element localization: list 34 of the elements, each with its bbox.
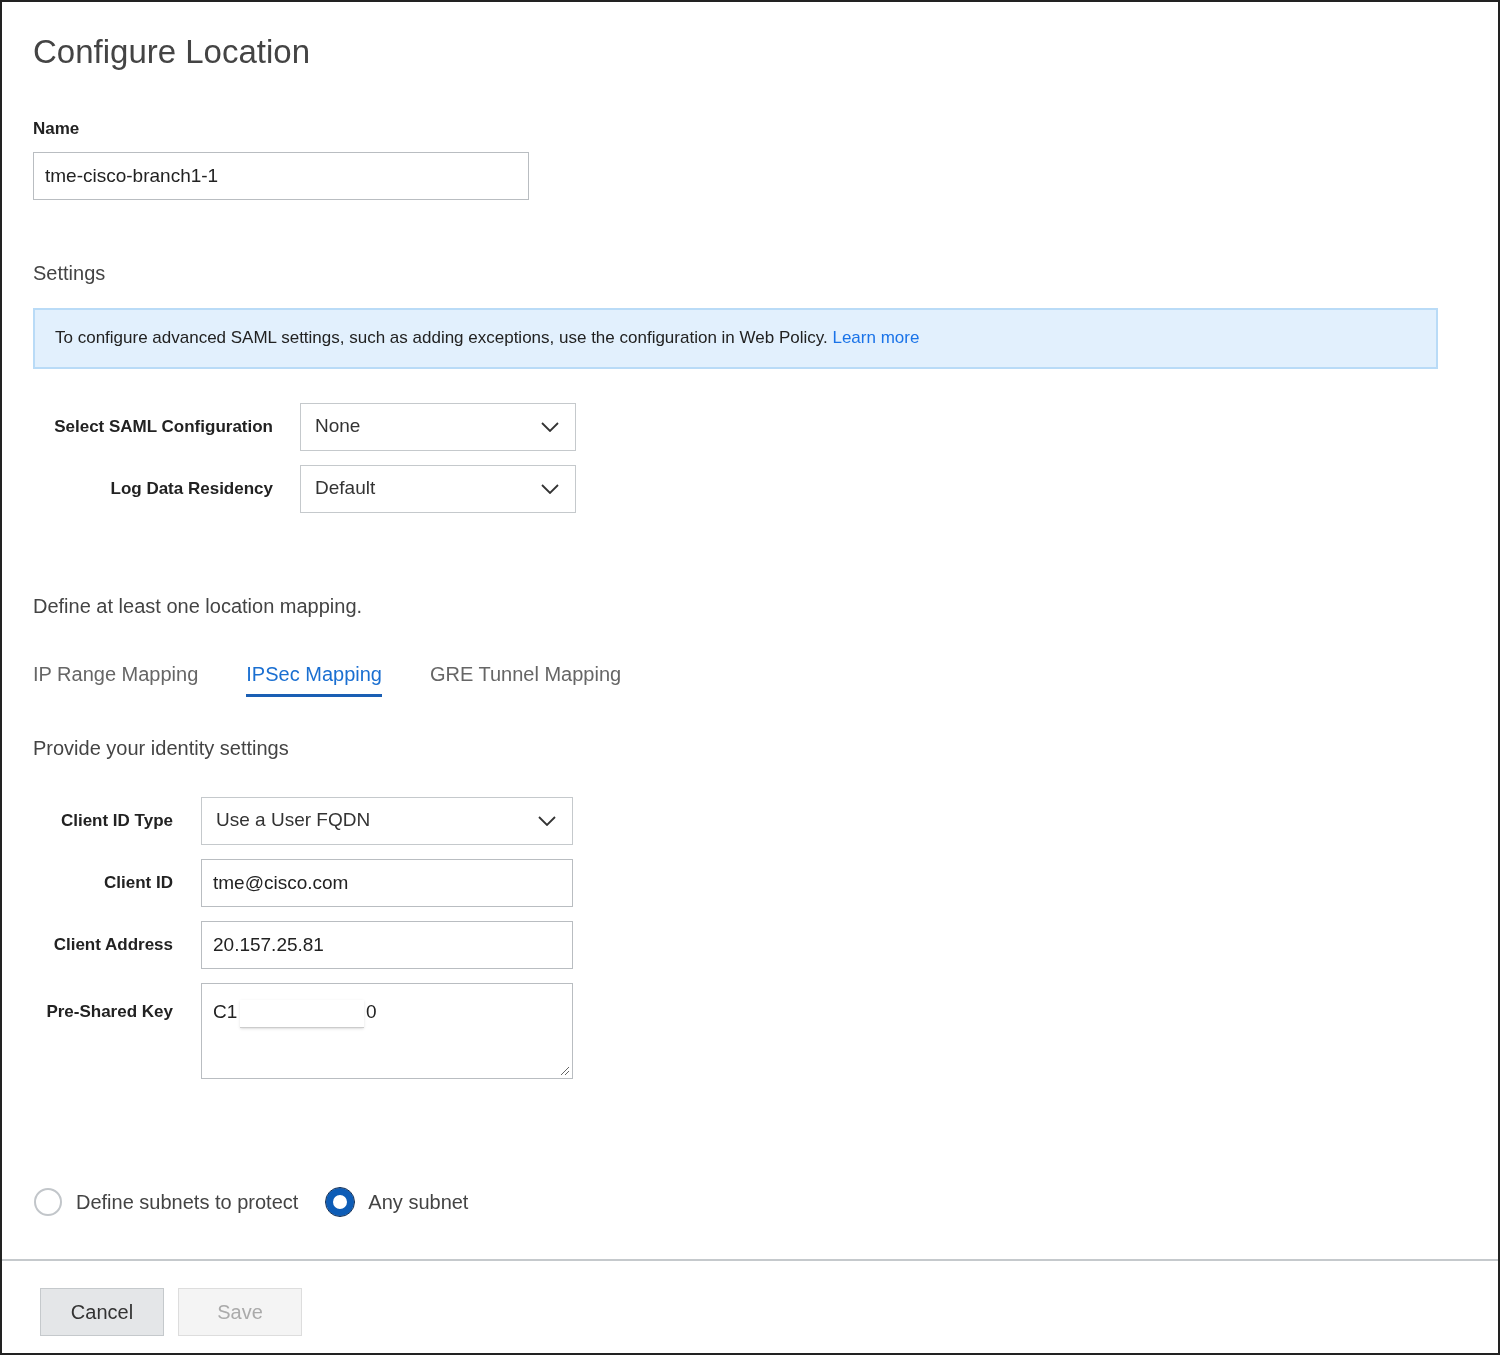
dropdown[interactable]: Use a User FQDN — [201, 796, 573, 845]
chevron-down-icon — [541, 421, 559, 432]
page-title: Configure Location — [33, 32, 312, 72]
dropdown[interactable]: Default — [300, 464, 576, 513]
field-label: Log Data Residency — [109, 477, 274, 500]
radio-label: Any subnet — [368, 1189, 469, 1215]
key-textarea[interactable]: C1 0 — [201, 982, 573, 1079]
field-label: Select SAML Configuration — [53, 415, 274, 438]
key-value-end: 0 — [366, 999, 377, 1024]
tab[interactable]: GRE Tunnel Mapping — [429, 658, 622, 697]
section-heading: Define at least one location mapping. — [33, 593, 364, 619]
tab[interactable]: IP Range Mapping — [33, 658, 199, 697]
field-label: Name — [33, 118, 81, 140]
name-input[interactable]: tme-cisco-branch1-1 — [33, 151, 529, 200]
radio-label: Define subnets to protect — [76, 1189, 299, 1215]
section-heading: Provide your identity settings — [33, 735, 290, 761]
info-text: To configure advanced SAML settings, such as adding exceptions, use the configuration in Web Policy. Learn more — [55, 327, 920, 350]
dropdown[interactable]: None — [300, 402, 576, 451]
chevron-down-icon — [541, 483, 559, 494]
action-button[interactable]: Cancel — [40, 1288, 164, 1336]
tab[interactable]: IPSec Mapping — [246, 658, 382, 697]
radio-button[interactable] — [326, 1187, 355, 1216]
key-value-start: C1 — [213, 999, 238, 1024]
text-input[interactable]: tme@cisco.com — [201, 858, 573, 907]
text-input[interactable]: 20.157.25.81 — [201, 920, 573, 969]
radio-button[interactable] — [34, 1187, 62, 1216]
learn-more-link[interactable]: Learn more — [832, 328, 920, 348]
section-heading: Settings — [33, 260, 107, 286]
field-label: Client ID Type — [59, 809, 174, 832]
resize-handle-icon[interactable] — [560, 1065, 570, 1076]
field-label: Client Address — [52, 933, 174, 956]
chevron-down-icon — [538, 815, 556, 826]
field-label: Pre-Shared Key — [45, 1000, 174, 1023]
field-label: Client ID — [103, 871, 174, 894]
